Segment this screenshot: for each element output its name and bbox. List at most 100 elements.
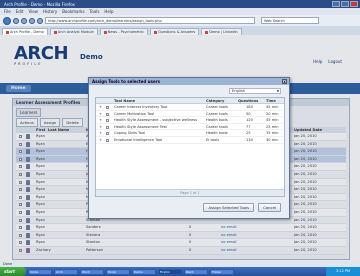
- favicon-icon: [6, 30, 9, 34]
- search-input[interactable]: Web Search: [261, 17, 319, 24]
- home-icon[interactable]: [37, 17, 43, 24]
- start-button[interactable]: start: [0, 267, 26, 276]
- tab-label: News - Psychometric: [107, 30, 145, 34]
- task-folder[interactable]: Folder: [210, 268, 234, 275]
- expand-icon[interactable]: +: [99, 124, 102, 130]
- menu-view[interactable]: View: [28, 9, 38, 14]
- tab-arch-demo[interactable]: Arch Profile - Demo: [2, 28, 48, 35]
- checkbox-icon[interactable]: [106, 125, 109, 129]
- tool-questions: 50: [246, 111, 251, 116]
- tool-row[interactable]: + Health Style Assessment Test Career tool…: [96, 124, 284, 131]
- menu-file[interactable]: File: [4, 9, 11, 14]
- dialog-title-text: Assign Tools to selected users: [92, 79, 160, 84]
- tool-row[interactable]: + Career Interest Inventory Tool Career to…: [96, 104, 284, 111]
- tool-checkbox[interactable]: [106, 137, 109, 144]
- tools-pager: Page 1 of 1: [96, 189, 284, 196]
- tool-name: Career Motivation Tool: [114, 111, 155, 116]
- tool-questions: 130: [246, 137, 253, 142]
- navigation-toolbar: http://www.archprofile.com/arch_demo/lea…: [0, 15, 360, 26]
- tool-time: 30 min: [266, 137, 279, 142]
- forward-icon[interactable]: [13, 17, 19, 24]
- expand-icon[interactable]: +: [99, 117, 102, 123]
- system-clock: 3:12 PM: [326, 267, 360, 276]
- task-paint[interactable]: Paint: [184, 268, 208, 275]
- checkbox-icon[interactable]: [106, 132, 109, 136]
- tool-time: 25 min: [266, 124, 279, 129]
- tab-linkedin[interactable]: Demo | LinkedIn: [201, 28, 242, 35]
- windows-taskbar: start Inbox Arch Word Excel Demo Firefox…: [0, 267, 360, 276]
- window-titlebar: Arch Profile - Demo - Mozilla Firefox: [0, 0, 360, 8]
- menu-history[interactable]: History: [43, 9, 57, 14]
- menu-bar: File Edit View History Bookmarks Tools H…: [0, 8, 360, 15]
- expand-icon[interactable]: +: [99, 111, 102, 117]
- back-icon[interactable]: [3, 16, 11, 25]
- expand-icon[interactable]: +: [99, 104, 102, 110]
- tool-category: Health tools: [206, 118, 228, 123]
- menu-bookmarks[interactable]: Bookmarks: [62, 9, 84, 14]
- dialog-title: Assign Tools to selected users x: [89, 78, 289, 85]
- assign-tools-dialog: Assign Tools to selected users x English…: [88, 77, 290, 219]
- tool-questions: 25: [246, 131, 251, 136]
- menu-edit[interactable]: Edit: [16, 9, 24, 14]
- tab-bar: Arch Profile - Demo Arch Analyst Module …: [0, 26, 360, 35]
- tool-name: Health Style Assessment Test: [114, 124, 167, 129]
- tool-category: Career tools: [206, 124, 228, 129]
- dialog-close-icon[interactable]: x: [282, 79, 287, 84]
- tool-time: 15 min: [266, 131, 279, 136]
- stop-icon[interactable]: [29, 17, 35, 24]
- checkbox-icon[interactable]: [106, 119, 109, 123]
- tool-row[interactable]: + Health Style Assessment - subjective we…: [96, 117, 284, 124]
- tool-category: Career tools: [206, 111, 228, 116]
- expand-icon[interactable]: +: [99, 130, 102, 136]
- tab-news[interactable]: News - Psychometric: [99, 28, 149, 35]
- language-select-value: English: [232, 89, 245, 93]
- tools-grid-body: + Career Interest Inventory Tool Career to…: [96, 104, 284, 144]
- checkbox-icon[interactable]: [106, 138, 109, 142]
- tab-questions[interactable]: Questions & Answers: [150, 28, 200, 35]
- address-bar[interactable]: http://www.archprofile.com/arch_demo/lea…: [45, 17, 255, 24]
- task-inbox[interactable]: Inbox: [28, 268, 52, 275]
- window-controls: [332, 1, 360, 7]
- status-text: Done: [3, 262, 13, 266]
- tab-label: Questions & Answers: [158, 30, 196, 34]
- expand-icon[interactable]: +: [99, 137, 102, 143]
- tool-name: Health Style Assessment - subjective wel…: [114, 118, 198, 123]
- dialog-buttons: Assign Selected Tools Cancel: [203, 203, 281, 212]
- checkbox-icon[interactable]: [106, 106, 109, 109]
- favicon-icon: [154, 30, 158, 34]
- tools-grid: Tool Name Category Questions Time + Caree…: [95, 97, 285, 197]
- minimize-icon[interactable]: [332, 1, 340, 7]
- task-demo[interactable]: Demo: [132, 268, 156, 275]
- cancel-button[interactable]: Cancel: [258, 203, 281, 212]
- tool-name: Emotional Intelligence Tool: [114, 137, 163, 142]
- tab-analyst[interactable]: Arch Analyst Module: [49, 28, 98, 35]
- maximize-icon[interactable]: [341, 1, 349, 7]
- tool-name: Coping Skills Tool: [114, 131, 146, 136]
- tool-category: EI tools: [206, 137, 220, 142]
- reload-icon[interactable]: [21, 17, 27, 24]
- tab-label: Arch Profile - Demo: [10, 30, 44, 34]
- assign-selected-tools-button[interactable]: Assign Selected Tools: [203, 203, 255, 212]
- tool-time: 45 min: [266, 118, 279, 123]
- tool-row[interactable]: + Career Motivation Tool Career tools 50 20 …: [96, 111, 284, 118]
- tool-category: Career tools: [206, 105, 228, 109]
- window-title: Arch Profile - Demo - Mozilla Firefox: [4, 1, 75, 7]
- chevron-down-icon: ▼: [276, 89, 279, 93]
- tool-questions: 180: [246, 105, 253, 109]
- menu-help[interactable]: Help: [104, 9, 113, 14]
- tool-row[interactable]: + Coping Skills Tool Health tools 25 15 min: [96, 130, 284, 137]
- tab-label: Demo | LinkedIn: [209, 30, 238, 34]
- task-excel[interactable]: Excel: [106, 268, 130, 275]
- favicon-icon: [53, 30, 57, 34]
- tool-questions: 77: [246, 124, 251, 129]
- tool-time: 45 min: [266, 105, 279, 109]
- tool-row[interactable]: + Emotional Intelligence Tool EI tools 130 3…: [96, 137, 284, 144]
- task-firefox[interactable]: Firefox: [158, 268, 182, 275]
- task-word[interactable]: Word: [80, 268, 104, 275]
- menu-tools[interactable]: Tools: [90, 9, 100, 14]
- tool-time: 20 min: [266, 111, 279, 116]
- close-icon[interactable]: [350, 1, 358, 7]
- task-arch[interactable]: Arch: [54, 268, 78, 275]
- checkbox-icon[interactable]: [106, 112, 109, 116]
- language-select[interactable]: English ▼: [229, 88, 281, 94]
